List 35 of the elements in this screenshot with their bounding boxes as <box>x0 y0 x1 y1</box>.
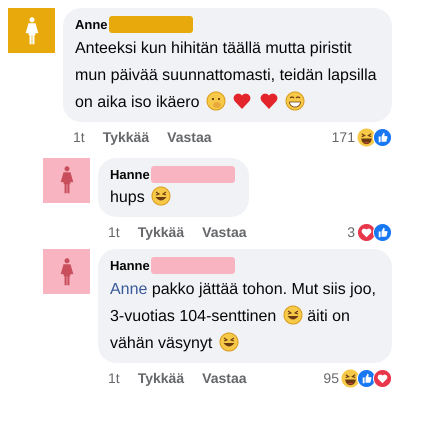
like-link[interactable]: Tykkää <box>102 126 150 148</box>
comment-text: hups <box>110 184 235 211</box>
haha-reaction-icon <box>341 368 360 388</box>
timestamp: 1t <box>108 368 120 388</box>
avatar[interactable] <box>43 249 90 294</box>
timestamp: 1t <box>73 128 85 146</box>
haha-reaction-icon <box>357 128 376 146</box>
love-reaction-icon <box>373 368 392 388</box>
like-reaction-icon <box>373 223 392 242</box>
rofl-emoji-icon <box>218 332 239 352</box>
timestamp: 1t <box>108 223 120 242</box>
author-name[interactable]: Anne <box>75 15 108 34</box>
heart-emoji-icon <box>232 90 252 110</box>
reply-link[interactable]: Vastaa <box>202 222 247 243</box>
author-name[interactable]: Hanne <box>110 164 150 184</box>
comment-text: Anteeksi kun hihitän täällä mutta piristit mun päivää suunnattomasti, teidän lapsilla on aika iso ikäero <box>75 38 378 112</box>
rofl-emoji-icon <box>151 186 172 206</box>
reaction-count[interactable]: 95 <box>323 368 339 388</box>
grin-emoji-icon <box>285 90 306 110</box>
reply-link[interactable]: Vastaa <box>202 368 247 388</box>
like-reaction-icon <box>357 368 376 388</box>
reply-link[interactable]: Vastaa <box>167 126 212 148</box>
like-link[interactable]: Tykkää <box>138 222 184 243</box>
reaction-count[interactable]: 171 <box>332 126 355 148</box>
comment-text: Anne pakko jättää tohon. Mut siis joo, 3-vuotias 104-senttinen äiti on vähän väsynyt <box>110 280 377 354</box>
like-link[interactable]: Tykkää <box>138 368 184 388</box>
avatar[interactable] <box>43 158 90 202</box>
reaction-count[interactable]: 3 <box>347 222 355 243</box>
avatar[interactable] <box>8 8 55 53</box>
love-reaction-icon <box>357 223 376 242</box>
heart-emoji-icon <box>258 90 279 110</box>
like-reaction-icon <box>373 128 392 146</box>
rofl-emoji-icon <box>282 304 303 324</box>
mention-link[interactable]: Anne <box>110 280 148 298</box>
author-name[interactable]: Hanne <box>110 256 150 276</box>
